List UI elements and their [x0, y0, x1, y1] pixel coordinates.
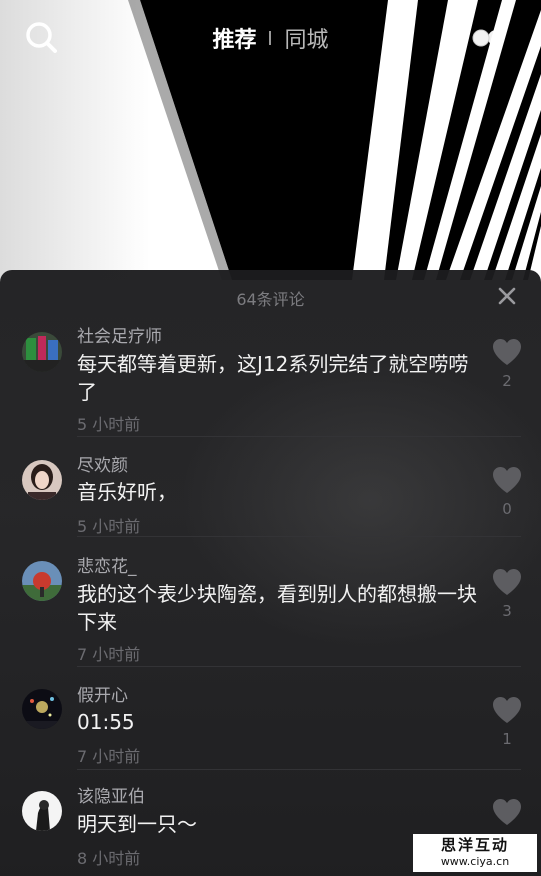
avatar[interactable] [22, 689, 62, 729]
like-count: 1 [502, 730, 512, 748]
avatar[interactable] [22, 460, 62, 500]
comment-text: 每天都等着更新，这J12系列完结了就空唠唠了 [77, 352, 469, 404]
comment-divider [77, 666, 521, 667]
comment-time: 7 小时前 [77, 645, 141, 664]
comment-divider [77, 436, 521, 437]
watermark-title: 思洋互动 [440, 836, 509, 854]
heart-icon[interactable] [492, 338, 522, 366]
heart-icon[interactable] [492, 696, 522, 724]
avatar[interactable] [22, 332, 62, 372]
comment-divider [77, 769, 521, 770]
comment-author[interactable]: 悲恋花_ [77, 552, 137, 577]
top-bar: 推荐 同城 [0, 0, 541, 76]
comments-count-title: 64条评论 [236, 290, 305, 309]
comment-text: 01:55 [77, 710, 135, 734]
feed-tabs: 推荐 同城 [0, 20, 541, 56]
heart-icon[interactable] [492, 568, 522, 596]
watermark-url: www.ciya.cn [440, 855, 510, 868]
comment-time: 8 小时前 [77, 849, 141, 868]
like-count: 2 [502, 372, 512, 390]
live-dots-icon[interactable] [471, 26, 507, 50]
avatar[interactable] [22, 791, 62, 831]
like-count: 3 [502, 602, 512, 620]
heart-icon[interactable] [492, 466, 522, 494]
tab-local[interactable]: 同城 [285, 22, 329, 54]
comment-divider [77, 536, 521, 537]
comment-text: 我的这个表少块陶瓷，看到别人的都想搬一块下来 [77, 582, 477, 634]
comment-time: 7 小时前 [77, 747, 141, 766]
comment-time: 5 小时前 [77, 415, 141, 434]
comment-text: 音乐好听， [77, 480, 177, 504]
comments-panel: 64条评论 社会足疗师 每天都等着更新，这J12系列完结了就空唠唠了 5 小时前… [0, 270, 541, 876]
comment-author[interactable]: 假开心 [77, 681, 128, 706]
comment-author[interactable]: 社会足疗师 [77, 322, 162, 347]
tab-divider [268, 31, 271, 45]
close-icon[interactable] [497, 286, 517, 306]
comment-time: 5 小时前 [77, 517, 141, 536]
avatar[interactable] [22, 561, 62, 601]
comment-author[interactable]: 尽欢颜 [77, 451, 128, 476]
like-count: 0 [502, 500, 512, 518]
watermark-logo: 思洋互动 www.ciya.cn [413, 834, 537, 872]
tab-recommend[interactable]: 推荐 [212, 22, 256, 54]
heart-icon[interactable] [492, 798, 522, 826]
comment-author[interactable]: 该隐亚伯 [77, 782, 145, 807]
